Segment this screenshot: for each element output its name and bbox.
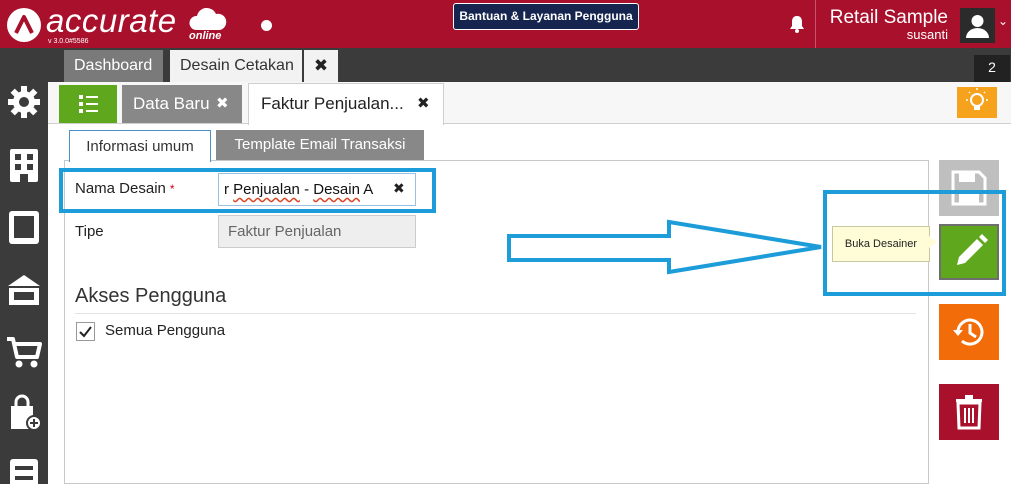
user-icon — [966, 15, 989, 38]
bell-icon[interactable] — [788, 14, 806, 34]
tab-count[interactable]: 2 — [974, 55, 1010, 82]
chevron-down-icon[interactable]: ⌄ — [998, 14, 1008, 28]
app-version: v 3.0.0#5586 — [48, 38, 89, 45]
tab-informasi-umum[interactable]: Informasi umum — [69, 130, 211, 162]
bank-icon[interactable] — [5, 270, 43, 308]
lightbulb-icon — [966, 88, 988, 110]
subtab-faktur-penjualan[interactable]: Faktur Penjualan... ✖ — [248, 83, 444, 125]
highlight-nama-desain — [59, 168, 436, 213]
logo-text: accurate — [46, 2, 177, 39]
delete-button[interactable] — [939, 384, 999, 440]
semua-pengguna-checkbox[interactable] — [76, 322, 95, 341]
status-dot — [261, 20, 272, 31]
tipe-field: Faktur Penjualan — [218, 215, 416, 248]
cloud-icon — [189, 7, 227, 30]
annotation-arrow-icon — [507, 219, 822, 275]
company-name[interactable]: Retail Sample — [824, 7, 948, 29]
semua-pengguna-label[interactable]: Semua Pengguna — [105, 322, 225, 339]
ledger-icon[interactable] — [5, 208, 43, 246]
divider — [75, 313, 916, 314]
help-button[interactable]: Bantuan & Layanan Pengguna — [453, 3, 639, 30]
akses-pengguna-heading: Akses Pengguna — [75, 285, 227, 307]
subtab-data-baru[interactable]: Data Baru ✖ — [122, 85, 242, 123]
history-icon — [953, 318, 984, 346]
tab-template-email[interactable]: Template Email Transaksi — [216, 130, 424, 160]
purchase-bag-icon[interactable] — [5, 394, 43, 432]
tab-desain-cetakan[interactable]: Desain Cetakan — [170, 50, 302, 82]
tab-dashboard[interactable]: Dashboard — [64, 50, 163, 82]
tips-button[interactable] — [957, 87, 997, 118]
cart-icon[interactable] — [5, 333, 43, 371]
close-icon[interactable]: ✖ — [417, 84, 430, 124]
tipe-label: Tipe — [75, 223, 104, 240]
list-view-button[interactable] — [59, 85, 117, 123]
sidebar — [0, 48, 48, 492]
inventory-icon[interactable] — [5, 456, 43, 494]
company-icon[interactable] — [5, 146, 43, 184]
close-tab-icon[interactable]: ✖ — [304, 50, 338, 82]
accurate-logo-icon[interactable] — [7, 8, 41, 42]
trash-icon — [956, 395, 982, 430]
settings-icon[interactable] — [5, 83, 43, 121]
close-icon[interactable]: ✖ — [216, 85, 229, 122]
top-divider — [815, 0, 816, 48]
highlight-designer-button — [823, 190, 1006, 296]
user-avatar[interactable] — [960, 8, 995, 43]
list-icon — [79, 95, 98, 113]
history-button[interactable] — [939, 304, 999, 360]
logo-suffix: online — [189, 30, 222, 42]
checkmark-icon — [79, 326, 92, 338]
user-name[interactable]: susanti — [824, 28, 948, 42]
subtab-label: Faktur Penjualan... — [261, 94, 404, 113]
subtab-label: Data Baru — [133, 94, 210, 113]
